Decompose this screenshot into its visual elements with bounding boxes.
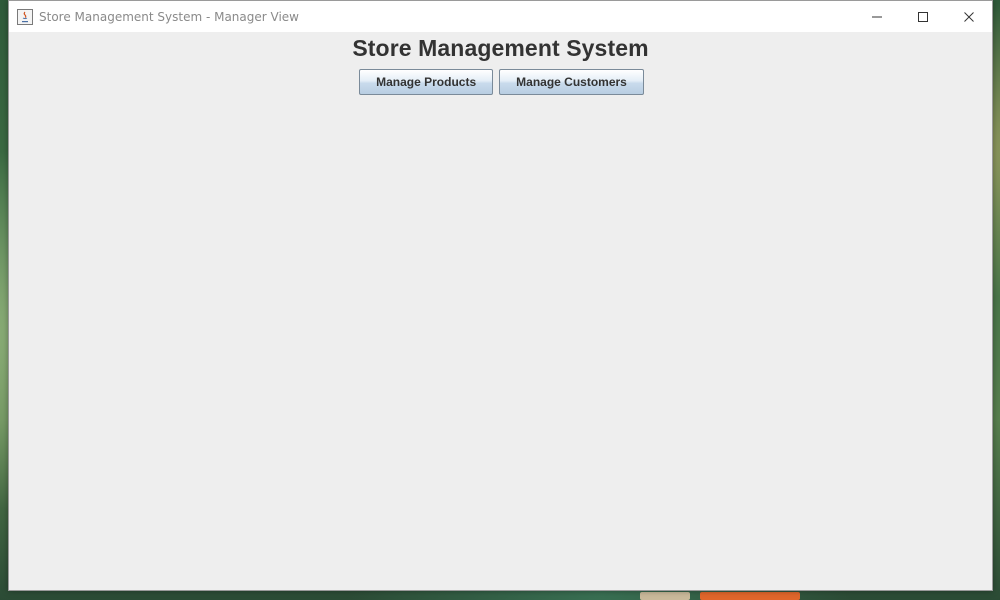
wallpaper-decoration [700,592,800,600]
page-title: Store Management System [352,35,649,61]
content-panel: Store Management System Manage Products … [9,32,992,590]
close-icon [964,11,974,22]
manage-customers-button[interactable]: Manage Customers [499,69,644,95]
window-controls [854,1,992,32]
minimize-icon [872,16,882,17]
window-title: Store Management System - Manager View [39,9,299,24]
close-button[interactable] [946,1,992,32]
wallpaper-decoration [640,592,690,600]
app-window: Store Management System - Manager View S… [8,0,993,591]
maximize-icon [918,11,928,22]
manage-products-button[interactable]: Manage Products [359,69,494,95]
maximize-button[interactable] [900,1,946,32]
button-row: Manage Products Manage Customers [9,69,992,95]
minimize-button[interactable] [854,1,900,32]
title-bar[interactable]: Store Management System - Manager View [9,1,992,32]
java-app-icon [17,8,33,25]
